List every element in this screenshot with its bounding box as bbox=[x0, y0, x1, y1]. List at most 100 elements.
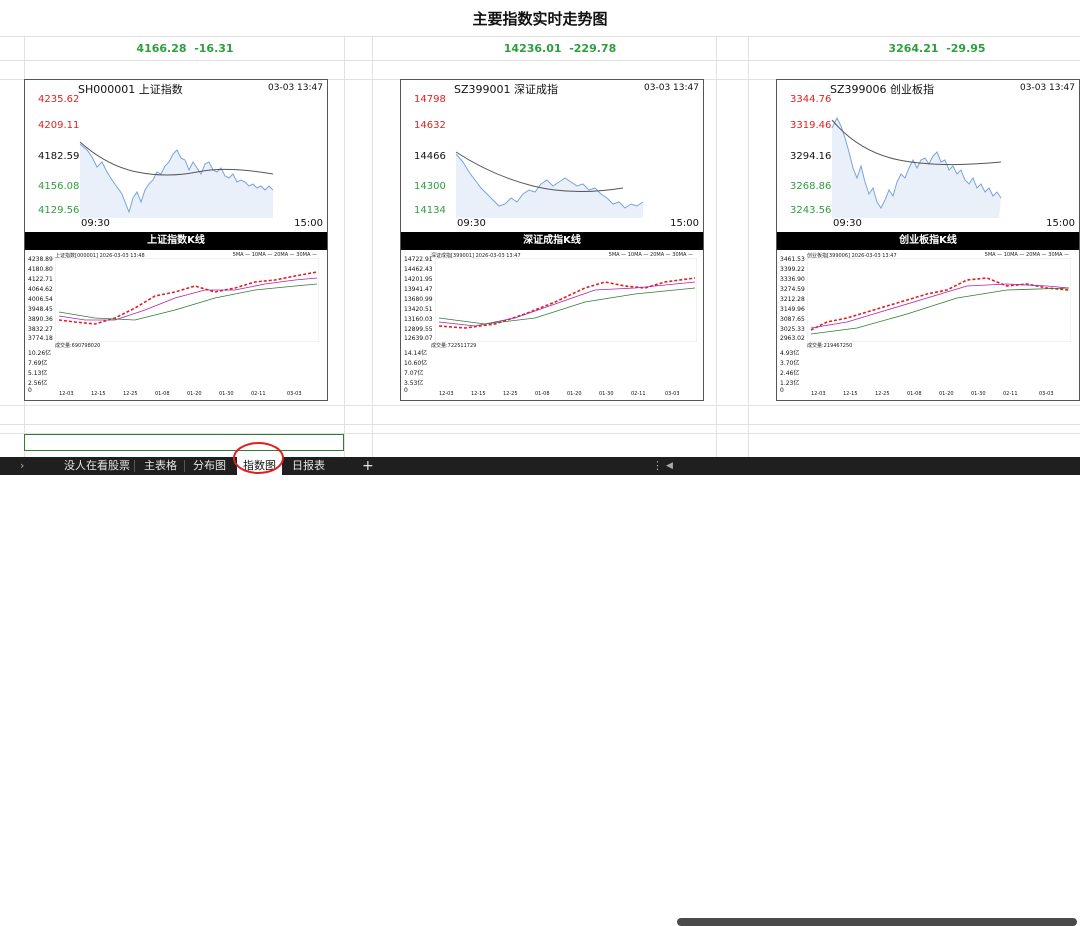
x-start-label: 09:30 bbox=[833, 218, 862, 229]
kline-y-label: 14201.95 bbox=[404, 276, 433, 283]
y-label: 4182.59 bbox=[38, 151, 80, 162]
kline-y-label: 3212.28 bbox=[780, 296, 805, 303]
kline-x-label: 01-20 bbox=[567, 391, 582, 397]
kline-x-label: 02-11 bbox=[631, 391, 646, 397]
kline-chart: 创业板指[399006] 2026-03-03 13:47 5MA — 10MA… bbox=[777, 250, 1079, 400]
chart-panel-cyb[interactable]: SZ399006 创业板指 03-03 13:47 3344.76 3319.4… bbox=[776, 79, 1080, 401]
sheet-tab-bar: › 没人在看股票 主表格 分布图 指数图 日报表 + ⋮ ◀ bbox=[0, 457, 1080, 926]
x-end-label: 15:00 bbox=[1046, 218, 1075, 229]
intraday-chart: SZ399006 创业板指 03-03 13:47 3344.76 3319.4… bbox=[777, 80, 1079, 232]
volume-y-label: 10.60亿 bbox=[404, 360, 428, 367]
kline-x-label: 12-25 bbox=[875, 391, 890, 397]
scroll-left-icon[interactable]: ◀ bbox=[660, 457, 679, 475]
kline-title: 创业板指K线 bbox=[777, 232, 1079, 250]
kline-y-label: 3336.90 bbox=[780, 276, 805, 283]
y-label: 14466 bbox=[414, 151, 446, 162]
kline-x-label: 03-03 bbox=[665, 391, 680, 397]
kline-y-label: 13941.47 bbox=[404, 286, 433, 293]
intraday-line bbox=[831, 116, 1002, 218]
tab-separator bbox=[134, 460, 135, 472]
volume-label: 成交量:219467250 bbox=[807, 343, 853, 349]
chart-panel-sz[interactable]: SZ399001 深证成指 03-03 13:47 14798 14632 14… bbox=[400, 79, 704, 401]
y-label: 3344.76 bbox=[790, 94, 832, 105]
kline-y-label: 3399.22 bbox=[780, 266, 805, 273]
kline-x-label: 12-03 bbox=[439, 391, 454, 397]
kline-y-label: 14722.91 bbox=[404, 256, 433, 263]
volume-y-label: 2.56亿 bbox=[28, 380, 48, 387]
chart-panel-sh[interactable]: SH000001 上证指数 03-03 13:47 4235.62 4209.1… bbox=[24, 79, 328, 401]
kline-y-label: 13160.03 bbox=[404, 316, 433, 323]
intraday-chart: SH000001 上证指数 03-03 13:47 4235.62 4209.1… bbox=[25, 80, 327, 232]
kline-y-label: 3890.36 bbox=[28, 316, 53, 323]
quote-sz: 14236.01 -229.78 bbox=[460, 42, 660, 55]
tab-scroll-right-icon[interactable]: › bbox=[14, 457, 30, 475]
y-label: 3243.56 bbox=[790, 205, 832, 216]
y-label: 4156.08 bbox=[38, 181, 80, 192]
quote-change: -229.78 bbox=[569, 42, 617, 55]
y-label: 14632 bbox=[414, 120, 446, 131]
kline-candles bbox=[55, 258, 319, 342]
kline-x-label: 02-11 bbox=[251, 391, 266, 397]
y-label: 4235.62 bbox=[38, 94, 80, 105]
quote-cyb: 3264.21 -29.95 bbox=[837, 42, 1037, 55]
x-start-label: 09:30 bbox=[81, 218, 110, 229]
chart-time: 03-03 13:47 bbox=[644, 83, 699, 93]
spreadsheet-area[interactable]: 主要指数实时走势图 4166.28 -16.31 14236.01 -229.7… bbox=[0, 0, 1080, 457]
tab-main-table[interactable]: 主表格 bbox=[138, 457, 183, 475]
quote-change: -29.95 bbox=[946, 42, 986, 55]
volume-y-label: 4.93亿 bbox=[780, 350, 800, 357]
volume-y-label: 2.46亿 bbox=[780, 370, 800, 377]
kline-y-label: 4006.54 bbox=[28, 296, 53, 303]
kline-title: 深证成指K线 bbox=[401, 232, 703, 250]
y-label: 4129.56 bbox=[38, 205, 80, 216]
tab-daily-report[interactable]: 日报表 bbox=[286, 457, 331, 475]
horizontal-scrollbar[interactable] bbox=[677, 918, 1077, 926]
kline-candles bbox=[435, 258, 697, 342]
kline-y-label: 14462.43 bbox=[404, 266, 433, 273]
volume-y-label: 5.13亿 bbox=[28, 370, 48, 377]
kline-x-label: 03-03 bbox=[1039, 391, 1054, 397]
quote-price: 4166.28 bbox=[136, 42, 187, 55]
kline-y-label: 3025.33 bbox=[780, 326, 805, 333]
kline-y-label: 3832.27 bbox=[28, 326, 53, 333]
quote-sh: 4166.28 -16.31 bbox=[85, 42, 285, 55]
add-sheet-button[interactable]: + bbox=[356, 457, 380, 475]
kline-candles bbox=[807, 258, 1071, 342]
kline-y-label: 4180.80 bbox=[28, 266, 53, 273]
index-code: SZ399001 深证成指 bbox=[454, 83, 559, 96]
volume-y-label: 14.14亿 bbox=[404, 350, 428, 357]
quote-price: 3264.21 bbox=[888, 42, 939, 55]
kline-x-label: 01-30 bbox=[219, 391, 234, 397]
kline-x-label: 12-25 bbox=[123, 391, 138, 397]
intraday-line bbox=[455, 151, 644, 218]
kline-y-label: 4238.89 bbox=[28, 256, 53, 263]
volume-y-label: 7.07亿 bbox=[404, 370, 424, 377]
selected-cell[interactable] bbox=[24, 434, 344, 451]
y-label: 4209.11 bbox=[38, 120, 80, 131]
tab-separator bbox=[184, 460, 185, 472]
y-label: 14134 bbox=[414, 205, 446, 216]
index-code: SH000001 上证指数 bbox=[78, 83, 183, 96]
tab-distribution[interactable]: 分布图 bbox=[187, 457, 232, 475]
kline-x-label: 01-30 bbox=[971, 391, 986, 397]
chart-time: 03-03 13:47 bbox=[268, 83, 323, 93]
intraday-chart: SZ399001 深证成指 03-03 13:47 14798 14632 14… bbox=[401, 80, 703, 232]
volume-y-label: 1.23亿 bbox=[780, 380, 800, 387]
kline-x-label: 01-08 bbox=[155, 391, 170, 397]
kline-x-label: 01-20 bbox=[939, 391, 954, 397]
kline-title: 上证指数K线 bbox=[25, 232, 327, 250]
kline-x-label: 12-25 bbox=[503, 391, 518, 397]
chart-time: 03-03 13:47 bbox=[1020, 83, 1075, 93]
tab-no-one-watching[interactable]: 没人在看股票 bbox=[58, 457, 136, 475]
kline-y-label: 3774.18 bbox=[28, 335, 53, 342]
kline-x-label: 12-03 bbox=[59, 391, 74, 397]
y-label: 14798 bbox=[414, 94, 446, 105]
kline-chart: 上证指数[000001] 2026-03-03 13:48 5MA — 10MA… bbox=[25, 250, 327, 400]
y-label: 14300 bbox=[414, 181, 446, 192]
kline-y-label: 13680.99 bbox=[404, 296, 433, 303]
highlight-circle bbox=[233, 442, 284, 474]
chart-header: SZ399001 深证成指 03-03 13:47 bbox=[409, 81, 699, 97]
kline-x-label: 02-11 bbox=[1003, 391, 1018, 397]
kline-y-label: 12899.55 bbox=[404, 326, 433, 333]
quote-price: 14236.01 bbox=[503, 42, 562, 55]
